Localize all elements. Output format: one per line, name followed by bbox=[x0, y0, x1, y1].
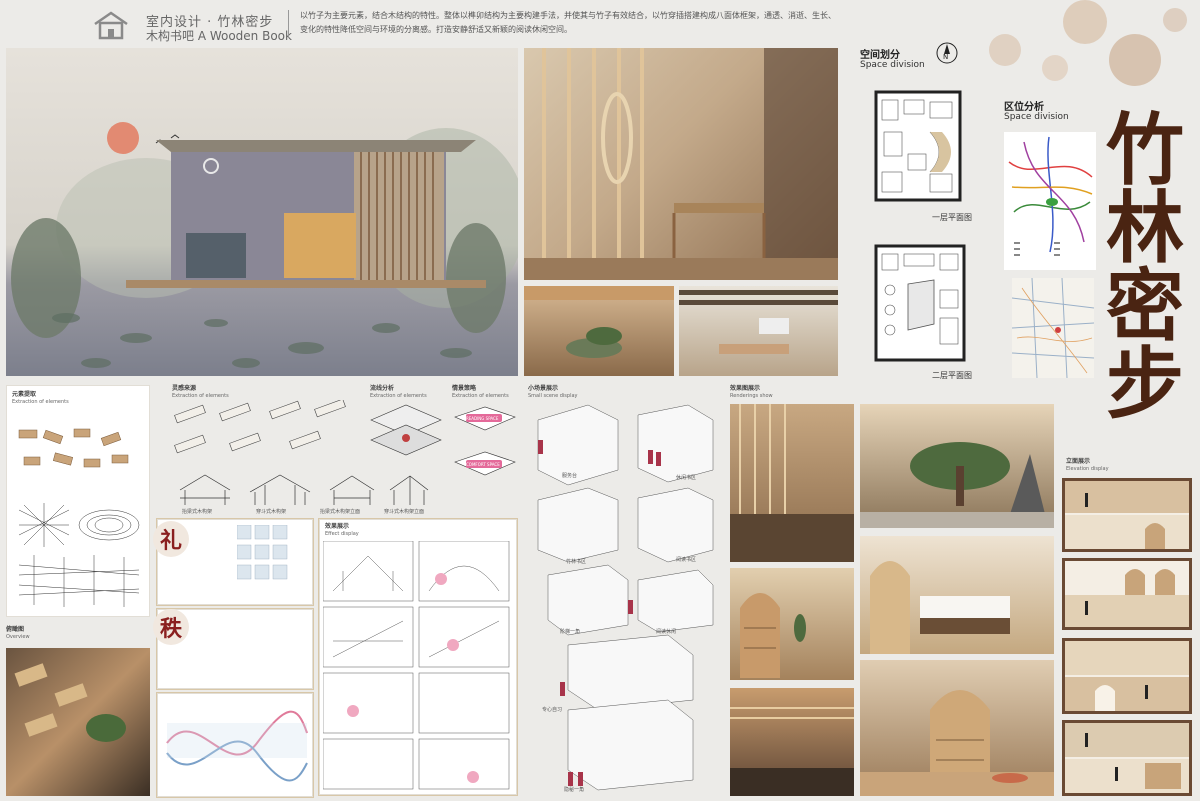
elevation-title: 立面展示 bbox=[1066, 458, 1091, 465]
title-char-1: 竹 bbox=[1105, 105, 1184, 196]
effect-title: 效果展示 bbox=[325, 523, 350, 530]
small-scene-subtitle: Small scene display bbox=[528, 393, 578, 399]
logo-house-icon bbox=[92, 10, 130, 40]
render-stair-bookshelf bbox=[730, 404, 854, 562]
floor-plan-2 bbox=[868, 234, 978, 368]
elevation-section-4 bbox=[1062, 720, 1192, 796]
location-title: 区位分析 bbox=[1004, 102, 1044, 113]
elements-title: 元素提取 bbox=[12, 391, 37, 398]
render-library-arches bbox=[730, 568, 854, 680]
main-exterior-render bbox=[6, 48, 518, 376]
interior-render-reading-area bbox=[679, 286, 838, 376]
render-bonsai-courtyard bbox=[860, 404, 1054, 528]
title-vertical: 竹 林 密 步 bbox=[1100, 112, 1190, 432]
effect-display-panel: 效果展示 Effect display bbox=[318, 518, 518, 796]
structure-label-4: 穿斗式木构架立面 bbox=[384, 509, 425, 515]
structure-label-2: 穿斗式木构架 bbox=[256, 509, 287, 515]
scene-label-2: 休闲书区 bbox=[676, 475, 697, 481]
strategy-subtitle: Extraction of elements bbox=[452, 393, 509, 399]
evolution-title: 灵感来源 bbox=[172, 385, 197, 392]
title-char-2: 林 bbox=[1105, 183, 1184, 274]
evolution-subtitle: Extraction of elements bbox=[172, 393, 229, 399]
strategy-title: 情景策略 bbox=[452, 385, 477, 392]
elevation-section-1 bbox=[1062, 478, 1192, 552]
overview-render bbox=[6, 648, 150, 796]
elevation-section-3 bbox=[1062, 638, 1192, 714]
flow-title: 流线分析 bbox=[370, 385, 395, 392]
space-division-subtitle: Space division bbox=[860, 60, 925, 70]
seal-panel-2: 秩 bbox=[153, 608, 314, 690]
scene-label-4: 阅读书区 bbox=[676, 557, 697, 563]
small-scene-title: 小场景展示 bbox=[528, 385, 559, 392]
location-map-2 bbox=[1011, 277, 1095, 379]
flow-subtitle: Extraction of elements bbox=[370, 393, 427, 399]
header-divider bbox=[288, 10, 289, 38]
strategy-label-comfort: COMFORT SPACE bbox=[466, 462, 500, 467]
overview-subtitle: Overview bbox=[6, 634, 30, 640]
scene-label-5: 阶梯一角 bbox=[560, 629, 581, 635]
scene-label-7: 专心自习 bbox=[542, 707, 563, 713]
effect-subtitle: Effect display bbox=[325, 531, 359, 537]
scene-label-3: 竹林书区 bbox=[566, 559, 587, 565]
location-map-1 bbox=[1004, 132, 1096, 270]
interior-render-main bbox=[524, 48, 838, 280]
scene-label-1: 服务台 bbox=[562, 473, 578, 479]
seal-zhi: 秩 bbox=[153, 609, 189, 645]
scene-label-6: 阅读休闲 bbox=[656, 629, 677, 635]
north-label: N bbox=[943, 53, 949, 61]
render-reading-corridor bbox=[730, 688, 854, 796]
location-subtitle: Space division bbox=[1004, 112, 1069, 122]
seal-panel-1: 礼 bbox=[153, 518, 314, 606]
scene-label-8: 隐秘一角 bbox=[564, 787, 585, 793]
elements-subtitle: Extraction of elements bbox=[12, 399, 69, 405]
floor-plan-1-label: 一层平面图 bbox=[932, 213, 972, 222]
title-char-3: 密 bbox=[1105, 261, 1184, 352]
space-division-title: 空间划分 bbox=[860, 50, 900, 61]
seal-li: 礼 bbox=[153, 521, 189, 557]
overview-title: 俯瞰图 bbox=[6, 626, 25, 633]
header-description: 以竹子为主要元素，结合木结构的特性。整体以榫卯结构为主要构建手法，并使其与竹子有… bbox=[300, 11, 836, 34]
decorative-circles bbox=[975, 0, 1200, 110]
elevation-section-2 bbox=[1062, 558, 1192, 630]
renderings-title: 效果图展示 bbox=[730, 385, 761, 392]
title-char-4: 步 bbox=[1105, 339, 1184, 430]
header-subtitle: 木构书吧 A Wooden Book bbox=[146, 29, 292, 43]
renderings-subtitle: Renderings show bbox=[730, 393, 773, 399]
wave-chart-panel bbox=[156, 692, 314, 798]
elements-panel: 元素提取 Extraction of elements bbox=[6, 385, 150, 617]
structure-label-3: 抬梁式木构架立面 bbox=[320, 509, 361, 515]
floor-plan-1 bbox=[868, 82, 968, 208]
render-rest-area bbox=[860, 660, 1054, 796]
structure-label-1: 抬梁式木构架 bbox=[182, 509, 213, 515]
interior-render-courtyard bbox=[524, 286, 674, 376]
small-scene-sketches bbox=[537, 404, 714, 791]
elevation-subtitle: Elevation display bbox=[1066, 466, 1109, 472]
timber-frame-sketches bbox=[179, 474, 429, 505]
floor-plan-2-label: 二层平面图 bbox=[932, 371, 972, 380]
render-service-desk bbox=[860, 536, 1054, 654]
flow-diagram bbox=[370, 404, 442, 456]
strategy-label-reading: READING SPACE bbox=[466, 416, 499, 421]
